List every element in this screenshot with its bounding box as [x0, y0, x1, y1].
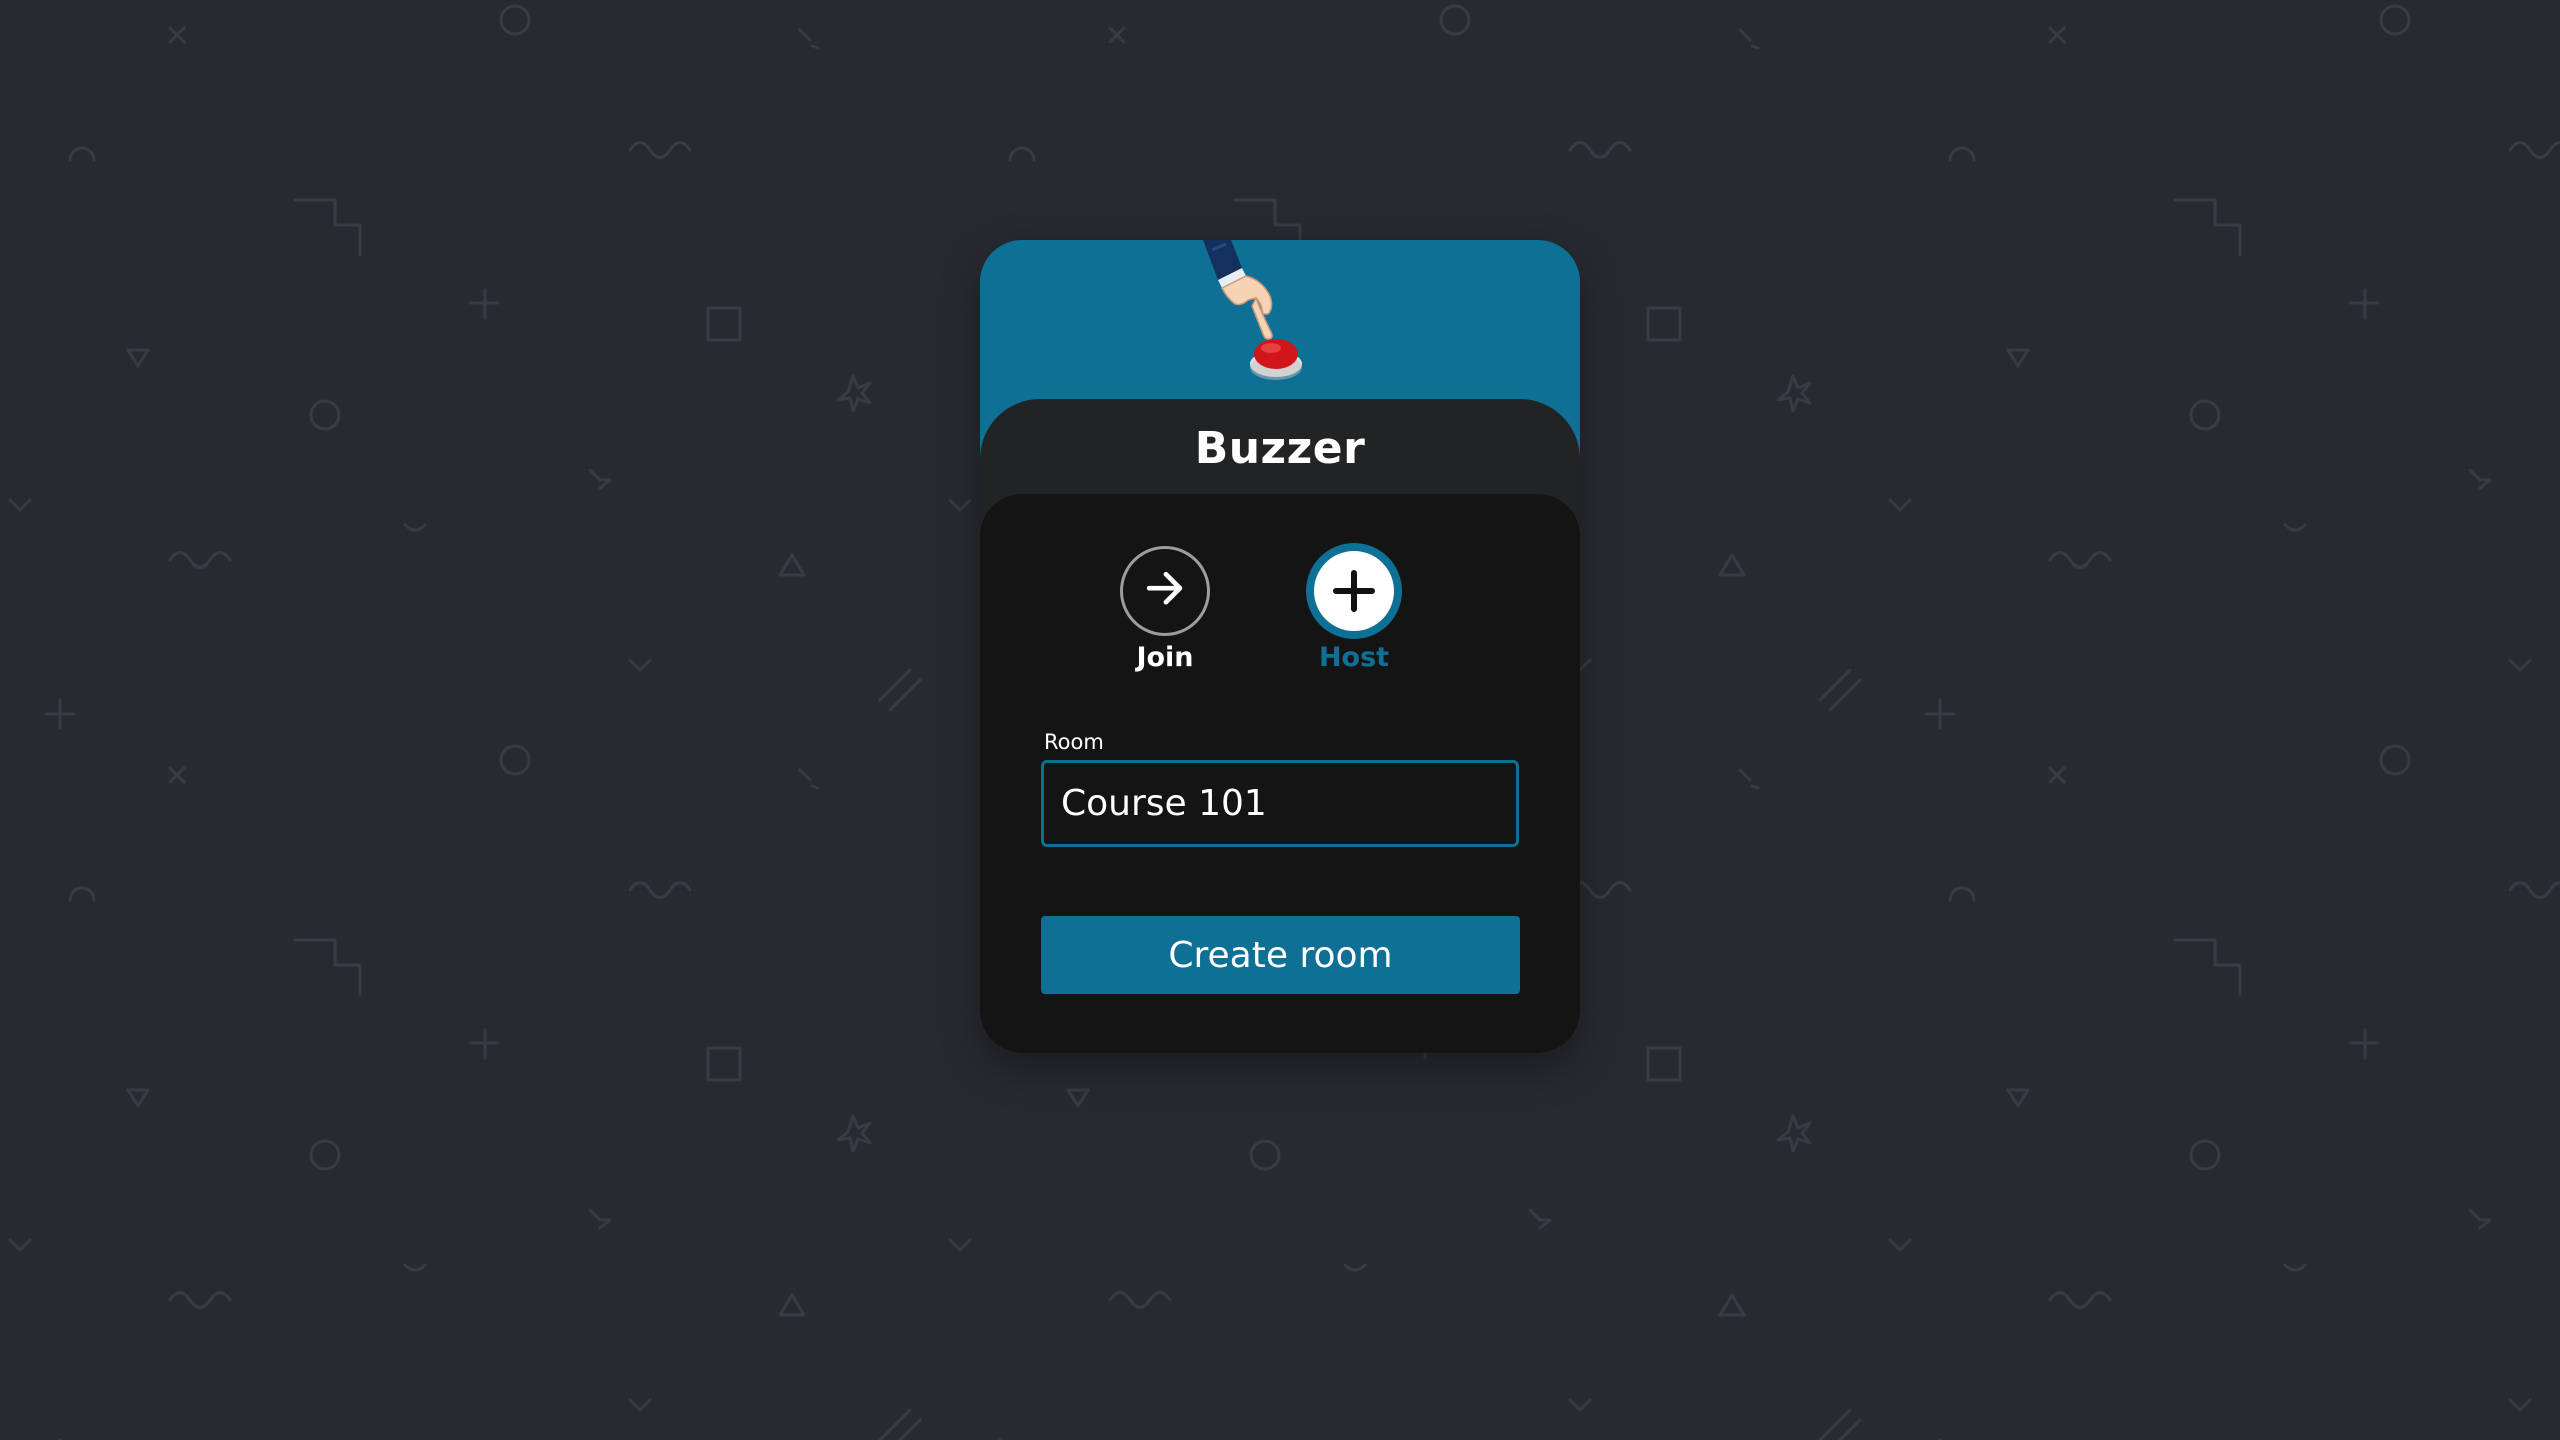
join-mode-label: Join	[1136, 642, 1194, 673]
create-room-button[interactable]: Create room	[1041, 916, 1520, 994]
hand-pressing-buzzer-icon	[1203, 240, 1302, 380]
host-mode-label: Host	[1318, 642, 1390, 673]
room-field-label: Room	[1044, 730, 1104, 754]
host-mode-button[interactable]	[1306, 543, 1402, 639]
room-input[interactable]	[1041, 760, 1519, 847]
content-panel: Join Host Room Create room	[980, 494, 1580, 1053]
app-title: Buzzer	[1194, 423, 1366, 474]
join-mode-button[interactable]	[1120, 546, 1210, 636]
buzzer-card: Buzzer Join Host Room Create room	[980, 240, 1580, 1053]
arrow-right-icon	[1146, 571, 1183, 605]
join-mode-option[interactable]: Join	[1095, 546, 1235, 673]
host-mode-option[interactable]: Host	[1284, 543, 1424, 673]
plus-icon	[1333, 570, 1375, 612]
